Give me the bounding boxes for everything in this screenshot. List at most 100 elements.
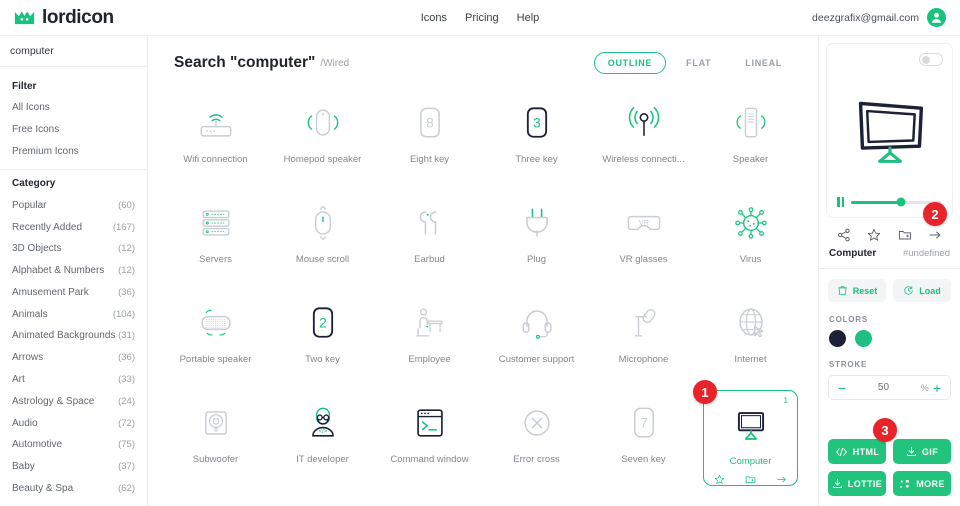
icon-grid: Wifi connection Homepod speaker 8 Eight key… (148, 84, 818, 506)
icon-card[interactable]: Internet (697, 288, 804, 388)
sidebar-item-count: (33) (118, 373, 135, 385)
icon-card[interactable]: Earbud (376, 188, 483, 288)
icon-card[interactable]: Speaker (697, 88, 804, 188)
star-icon[interactable] (714, 474, 725, 485)
account-area[interactable]: deezgrafix@gmail.com (812, 8, 960, 27)
color-swatch-secondary[interactable] (855, 330, 872, 347)
icon-card-actions (714, 474, 787, 485)
sidebar-item-astrology-space[interactable]: Astrology & Space (24) (0, 390, 147, 412)
sidebar-item-popular[interactable]: Popular (60) (0, 194, 147, 216)
style-tab-outline[interactable]: OUTLINE (593, 52, 667, 74)
icon-card[interactable]: Wifi connection (162, 88, 269, 188)
nav-item-pricing[interactable]: Pricing (465, 12, 499, 24)
homepod-speaker-icon (301, 98, 345, 148)
icon-card[interactable]: VR VR glasses (590, 188, 697, 288)
nav-item-icons[interactable]: Icons (421, 12, 447, 24)
icon-card-label: Customer support (498, 354, 575, 365)
search-input[interactable] (10, 45, 145, 57)
stroke-decrease-button[interactable]: − (838, 381, 846, 395)
sidebar-item-beauty-spa[interactable]: Beauty & Spa (62) (0, 478, 147, 500)
sidebar-item-3d-objects[interactable]: 3D Objects (12) (0, 238, 147, 260)
icon-card[interactable]: Plug (483, 188, 590, 288)
arrow-right-icon[interactable] (928, 228, 942, 242)
sidebar-item-art[interactable]: Art (33) (0, 369, 147, 391)
icon-card[interactable]: Virus (697, 188, 804, 288)
reset-button[interactable]: Reset (828, 279, 886, 302)
icon-card[interactable]: Microphone (590, 288, 697, 388)
eight-key-icon: 8 (408, 98, 452, 148)
svg-text:2: 2 (319, 316, 327, 331)
icon-card-label: Computer (729, 455, 772, 466)
share-icon[interactable] (837, 228, 851, 242)
sidebar-item-animated-backgrounds[interactable]: Animated Backgrounds (31) (0, 325, 147, 347)
sidebar-item-label: Astrology & Space (12, 395, 95, 407)
icon-card[interactable]: Homepod speaker (269, 88, 376, 188)
earbud-icon (408, 198, 452, 248)
progress-thumb[interactable] (896, 197, 906, 207)
user-avatar-icon[interactable] (927, 8, 946, 27)
load-button[interactable]: Load (893, 279, 951, 302)
folder-add-icon[interactable] (745, 474, 756, 485)
icon-card[interactable]: Subwoofer (162, 388, 269, 488)
export-gif-button[interactable]: GIF (893, 439, 951, 464)
style-tab-lineal[interactable]: LINEAL (731, 52, 796, 74)
icon-card[interactable]: 8 Eight key (376, 88, 483, 188)
icon-card[interactable]: Error cross (483, 388, 590, 488)
sidebar-item-animals[interactable]: Animals (104) (0, 303, 147, 325)
brand-logo[interactable]: lordicon (0, 7, 300, 29)
sidebar-item-all-icons[interactable]: All Icons (0, 97, 147, 119)
folder-add-icon[interactable] (898, 228, 912, 242)
icon-card[interactable]: 3 Three key (483, 88, 590, 188)
sidebar-item-count: (36) (118, 352, 135, 364)
icon-card[interactable]: 7 Seven key (590, 388, 697, 488)
sidebar-item-count: (62) (118, 482, 135, 494)
sidebar-item-automotive[interactable]: Automotive (75) (0, 434, 147, 456)
icon-card-selected[interactable]: 1 Computer 1 (693, 380, 798, 486)
download-icon (832, 478, 843, 489)
icon-card-label: Speaker (732, 154, 769, 165)
stroke-increase-button[interactable]: + (933, 381, 941, 395)
stroke-stepper[interactable]: − 50 % + (828, 375, 951, 400)
icon-card[interactable]: Wireless connecti... (590, 88, 697, 188)
sidebar-item-alphabet-numbers[interactable]: Alphabet & Numbers (12) (0, 260, 147, 282)
sidebar-item-arrows[interactable]: Arrows (36) (0, 347, 147, 369)
sidebar-item-label: Art (12, 373, 25, 385)
sidebar-item-label: Audio (12, 417, 38, 429)
sidebar-item-premium-icons[interactable]: Premium Icons (0, 141, 147, 163)
export-more-button[interactable]: x MORE (893, 471, 951, 496)
export-section: HTML GIF LOTTIE x MORE (819, 439, 960, 506)
wifi-router-icon (194, 98, 238, 148)
svg-text:</>: </> (318, 429, 327, 435)
export-html-button[interactable]: HTML (828, 439, 886, 464)
icon-card-label: Earbud (414, 254, 445, 265)
icon-card[interactable]: Portable speaker (162, 288, 269, 388)
icon-card[interactable]: Command window (376, 388, 483, 488)
icon-card[interactable]: Employee (376, 288, 483, 388)
sidebar-item-audio[interactable]: Audio (72) (0, 412, 147, 434)
style-tab-flat[interactable]: FLAT (672, 52, 725, 74)
icon-card-label: Subwoofer (192, 454, 239, 465)
nav-item-help[interactable]: Help (517, 12, 540, 24)
sidebar-item-baby[interactable]: Baby (37) (0, 456, 147, 478)
icon-card[interactable]: </> IT developer (269, 388, 376, 488)
icon-card[interactable]: Customer support (483, 288, 590, 388)
pause-icon[interactable] (837, 197, 844, 207)
star-icon[interactable] (867, 228, 881, 242)
icon-card[interactable]: Servers (162, 188, 269, 288)
lordicon-app: lordicon Icons Pricing Help deezgrafix@g… (0, 0, 960, 506)
export-lottie-button[interactable]: LOTTIE (828, 471, 886, 496)
icon-card-label: Mouse scroll (295, 254, 350, 265)
icon-card-label: Employee (408, 354, 451, 365)
arrow-right-icon[interactable] (776, 474, 787, 485)
icon-card-label: Two key (305, 354, 340, 365)
account-email: deezgrafix@gmail.com (812, 11, 919, 24)
color-swatch-primary[interactable] (829, 330, 846, 347)
icon-card[interactable]: Mouse scroll (269, 188, 376, 288)
icon-card[interactable]: 2 Two key (269, 288, 376, 388)
sidebar-item-amusement-park[interactable]: Amusement Park (36) (0, 281, 147, 303)
search-box[interactable] (0, 36, 147, 67)
toggle-switch-off[interactable] (919, 53, 943, 66)
sidebar-item-recently-added[interactable]: Recently Added (167) (0, 216, 147, 238)
sidebar-item-free-icons[interactable]: Free Icons (0, 119, 147, 141)
portable-speaker-icon (194, 298, 238, 348)
